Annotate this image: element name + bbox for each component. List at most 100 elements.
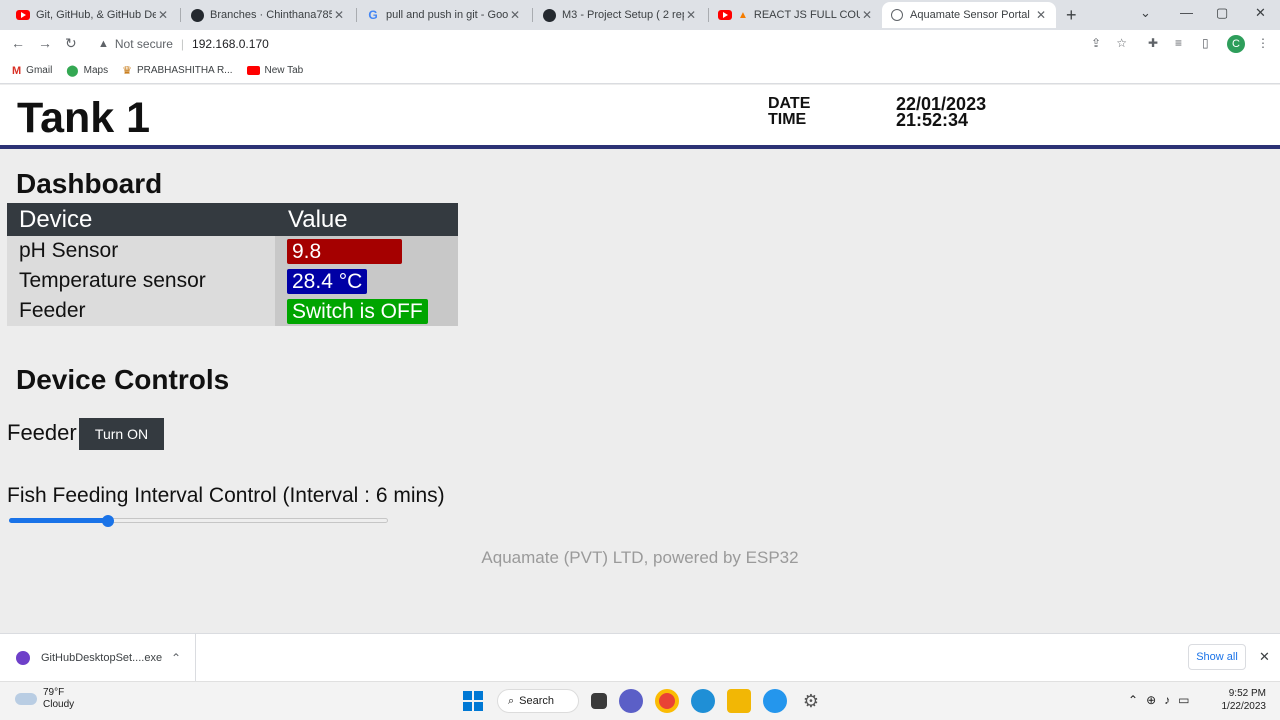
close-tab-icon[interactable]: ✕ xyxy=(156,8,170,22)
settings-gear-icon[interactable]: ⚙ xyxy=(799,689,823,713)
browser-tab[interactable]: Branches · Chinthana7858/ ✕ xyxy=(182,2,354,28)
bookmark-prabhashitha[interactable]: ♛ PRABHASHITHA R... xyxy=(122,64,232,77)
address-divider: | xyxy=(180,37,185,51)
interval-slider[interactable] xyxy=(9,515,388,527)
fire-icon: ▲ xyxy=(738,9,748,21)
profile-avatar[interactable]: C xyxy=(1227,35,1245,53)
close-tab-icon[interactable]: ✕ xyxy=(332,8,346,22)
edge-icon[interactable] xyxy=(691,689,715,713)
weather-condition: Cloudy xyxy=(43,699,75,710)
chevron-up-icon[interactable]: ⌃ xyxy=(1128,693,1138,707)
docker-icon[interactable] xyxy=(763,689,787,713)
search-icon: ⌕ xyxy=(508,694,515,707)
chevron-up-icon[interactable]: ⌃ xyxy=(171,651,181,665)
extensions-icon[interactable]: ✚ xyxy=(1148,36,1158,50)
page-header: Tank 1 DATE TIME 22/01/2023 21:52:34 xyxy=(0,85,1280,149)
tab-title: Git, GitHub, & GitHub Desktop xyxy=(36,9,156,21)
device-controls-heading: Device Controls xyxy=(16,364,230,395)
youtube-icon xyxy=(246,66,260,75)
tab-divider xyxy=(356,8,357,22)
url-text[interactable]: 192.168.0.170 xyxy=(192,37,269,51)
forward-arrow-icon[interactable]: → xyxy=(38,35,52,51)
weather-widget[interactable]: 79°F Cloudy xyxy=(15,687,74,711)
bookmark-new-tab[interactable]: New Tab xyxy=(246,65,303,76)
tab-divider xyxy=(532,8,533,22)
reload-icon[interactable]: ↻ xyxy=(65,35,77,52)
minimize-button[interactable]: — xyxy=(1180,5,1193,20)
browser-tab[interactable]: M3 - Project Setup ( 2 repo ✕ xyxy=(534,2,706,28)
date-label: DATE xyxy=(768,95,811,112)
tank-title: Tank 1 xyxy=(17,94,151,142)
teams-chat-icon[interactable] xyxy=(619,689,643,713)
menu-dots-icon[interactable]: ⋮ xyxy=(1257,36,1269,50)
reading-list-icon[interactable]: ≡ xyxy=(1175,36,1182,50)
side-panel-icon[interactable]: ▯ xyxy=(1202,36,1209,50)
clock-date: 1/22/2023 xyxy=(1221,701,1267,712)
close-tab-icon[interactable]: ✕ xyxy=(684,8,698,22)
maximize-button[interactable]: ▢ xyxy=(1216,5,1228,21)
interval-label: Fish Feeding Interval Control (Interval … xyxy=(7,484,445,507)
bookmark-label: Maps xyxy=(83,65,109,76)
browser-tab[interactable]: G pull and push in git - Google ✕ xyxy=(358,2,530,28)
download-item[interactable]: GitHubDesktopSet....exe ⌃ xyxy=(0,634,196,681)
browser-tab[interactable]: ▲ REACT JS FULL COURSE ✕ xyxy=(710,2,882,28)
cloud-icon xyxy=(15,693,37,705)
table-row: Feeder Switch is OFF xyxy=(7,296,458,326)
close-icon[interactable]: ✕ xyxy=(1259,649,1270,665)
tab-title: Aquamate Sensor Portal xyxy=(910,9,1030,21)
tab-search-icon[interactable]: ⌄ xyxy=(1140,5,1151,21)
close-tab-icon[interactable]: ✕ xyxy=(508,8,522,22)
file-explorer-icon[interactable] xyxy=(727,689,751,713)
sensor-table: Device Value pH Sensor 9.8 Temperature s… xyxy=(7,203,458,326)
value-cell: 9.8 xyxy=(275,236,458,266)
device-name: Temperature sensor xyxy=(7,266,275,296)
system-tray: ⌃ ⊕ ♪ ▭ xyxy=(1128,693,1189,707)
browser-tab-active[interactable]: Aquamate Sensor Portal ✕ xyxy=(882,2,1056,28)
datetime-values: 22/01/2023 21:52:34 xyxy=(896,95,986,129)
new-tab-button[interactable]: + xyxy=(1066,5,1077,26)
github-desktop-icon xyxy=(16,650,30,665)
bookmark-maps[interactable]: ⬤ Maps xyxy=(66,64,108,77)
speaker-icon[interactable]: ♪ xyxy=(1164,693,1170,707)
taskbar-search[interactable]: ⌕ Search xyxy=(497,689,579,713)
start-button[interactable] xyxy=(461,689,485,713)
tab-divider xyxy=(708,8,709,22)
warning-icon[interactable]: ▲ xyxy=(98,38,109,50)
battery-icon[interactable]: ▭ xyxy=(1178,693,1189,707)
security-label: Not secure xyxy=(114,37,173,51)
slider-thumb[interactable] xyxy=(101,515,114,527)
close-tab-icon[interactable]: ✕ xyxy=(860,8,874,22)
show-all-button[interactable]: Show all xyxy=(1188,644,1246,670)
ph-value-badge: 9.8 xyxy=(287,238,402,264)
tab-title: M3 - Project Setup ( 2 repo xyxy=(562,9,684,21)
share-icon[interactable]: ⇪ xyxy=(1091,36,1101,50)
task-view-icon[interactable] xyxy=(591,693,607,709)
turn-on-button[interactable]: Turn ON xyxy=(79,418,164,450)
column-header-value: Value xyxy=(288,205,348,233)
site-icon: ♛ xyxy=(122,65,132,77)
youtube-icon xyxy=(16,8,30,22)
chrome-icon[interactable] xyxy=(655,689,679,713)
bookmark-gmail[interactable]: M Gmail xyxy=(12,65,52,77)
taskbar-clock[interactable]: 9:52 PM 1/22/2023 xyxy=(1216,687,1267,713)
tab-strip: Git, GitHub, & GitHub Desktop ✕ Branches… xyxy=(0,0,1280,30)
dashboard-heading: Dashboard xyxy=(16,168,163,199)
browser-toolbar: ← → ↻ ▲ Not secure | 192.168.0.170 ⇪ ☆ ✚… xyxy=(0,30,1280,58)
youtube-icon xyxy=(718,8,732,22)
windows-taskbar: 79°F Cloudy ⌕ Search ⚙ ⌃ ⊕ ♪ ▭ 9:52 PM 1… xyxy=(0,681,1280,720)
footer-text: Aquamate (PVT) LTD, powered by ESP32 xyxy=(481,548,799,567)
download-filename: GitHubDesktopSet....exe xyxy=(41,651,163,664)
address-bar[interactable]: ▲ Not secure | 192.168.0.170 ⇪ ☆ xyxy=(90,32,1135,56)
bookmark-star-icon[interactable]: ☆ xyxy=(1116,36,1127,50)
table-header: Device Value xyxy=(7,203,458,236)
tab-divider xyxy=(180,8,181,22)
browser-tab[interactable]: Git, GitHub, & GitHub Desktop ✕ xyxy=(8,2,178,28)
feeder-status-badge: Switch is OFF xyxy=(287,298,428,324)
search-label: Search xyxy=(519,695,555,707)
close-window-button[interactable]: ✕ xyxy=(1255,5,1266,21)
close-tab-icon[interactable]: ✕ xyxy=(1034,8,1048,22)
bookmark-label: PRABHASHITHA R... xyxy=(136,65,233,76)
tab-title: Branches · Chinthana7858/ xyxy=(210,9,332,21)
language-globe-icon[interactable]: ⊕ xyxy=(1146,693,1156,707)
back-arrow-icon[interactable]: ← xyxy=(11,35,25,51)
